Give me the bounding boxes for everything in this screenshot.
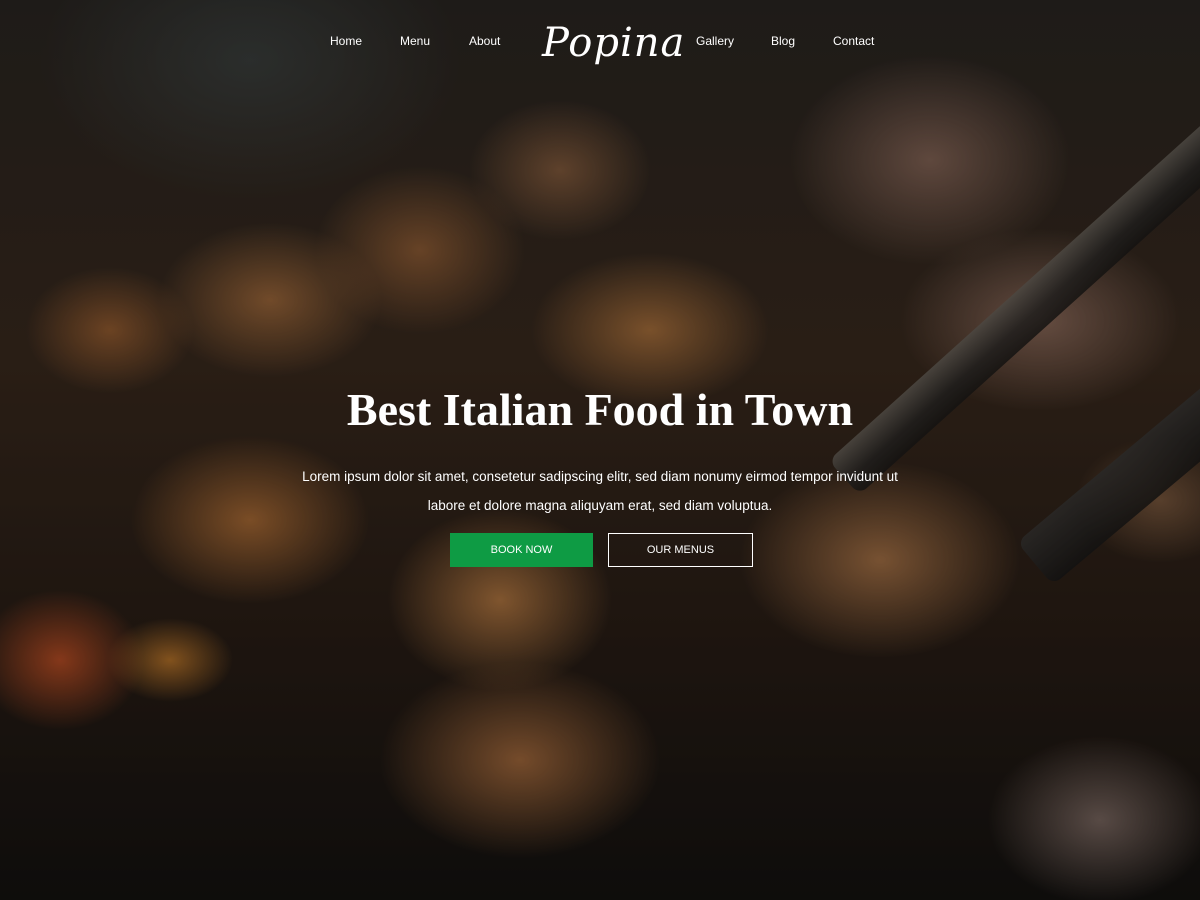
nav-link-about[interactable]: About: [469, 34, 500, 48]
book-now-button[interactable]: BOOK NOW: [450, 533, 593, 567]
our-menus-button[interactable]: OUR MENUS: [608, 533, 753, 567]
hero-overlay: [0, 0, 1200, 900]
brand-logo[interactable]: Popina: [542, 18, 685, 68]
nav-link-contact[interactable]: Contact: [833, 34, 874, 48]
nav-link-home[interactable]: Home: [330, 34, 362, 48]
main-navigation: Home Menu About Popina Gallery Blog Cont…: [0, 0, 1200, 84]
hero-description: Lorem ipsum dolor sit amet, consetetur s…: [302, 469, 898, 513]
nav-link-menu[interactable]: Menu: [400, 34, 430, 48]
nav-link-gallery[interactable]: Gallery: [696, 34, 734, 48]
nav-link-blog[interactable]: Blog: [771, 34, 795, 48]
hero-title: Best Italian Food in Town: [346, 384, 854, 435]
